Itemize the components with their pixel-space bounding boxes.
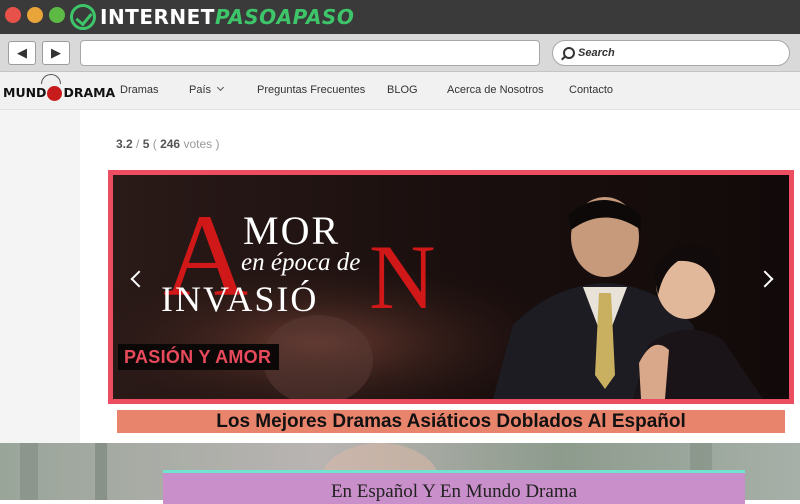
- title-letter-n: N: [369, 226, 436, 328]
- title-mor: MOR: [243, 208, 341, 253]
- nav-blog[interactable]: BLOG: [387, 84, 418, 96]
- brand-check-icon: [70, 4, 96, 30]
- back-arrow-icon: ◀: [17, 45, 27, 60]
- zoom-window-button[interactable]: [49, 7, 65, 23]
- title-epoca: en época de: [241, 249, 361, 276]
- nav-preguntas-frecuentes[interactable]: Preguntas Frecuentes: [257, 84, 365, 96]
- nav-acerca[interactable]: Acerca de Nosotros: [447, 84, 544, 96]
- site-navbar: MUND DRAMA Dramas País Preguntas Frecuent…: [0, 72, 800, 110]
- browser-search-field[interactable]: Search: [552, 40, 790, 66]
- browser-toolbar: ◀ ▶ Search: [0, 34, 800, 72]
- brand-text: INTERNETPASOAPASO: [100, 5, 355, 29]
- minimize-window-button[interactable]: [27, 7, 43, 23]
- left-gutter: [0, 110, 80, 443]
- rating-summary: 3.2 / 5 ( 246 votes ): [116, 137, 220, 151]
- title-invasio: INVASIÓ: [161, 279, 319, 319]
- section-headline: Los Mejores Dramas Asiáticos Doblados Al…: [117, 410, 785, 433]
- search-icon: [563, 47, 575, 59]
- site-logo[interactable]: MUND DRAMA: [3, 74, 115, 106]
- fan-icon: [41, 74, 61, 84]
- nav-pais[interactable]: País: [189, 83, 225, 96]
- address-bar[interactable]: [80, 40, 540, 66]
- subheading-box: En Español Y En Mundo Drama: [163, 470, 745, 504]
- close-window-button[interactable]: [5, 7, 21, 23]
- watermark-brand: INTERNETPASOAPASO: [70, 3, 354, 31]
- window-titlebar: INTERNETPASOAPASO: [0, 0, 800, 34]
- back-button[interactable]: ◀: [8, 41, 36, 65]
- forward-button[interactable]: ▶: [42, 41, 70, 65]
- chevron-down-icon: [216, 83, 225, 92]
- hero-slider[interactable]: A MOR en época de INVASIÓ N PASIÓN Y AMO…: [108, 170, 794, 404]
- search-placeholder: Search: [578, 47, 615, 59]
- nav-contacto[interactable]: Contacto: [569, 84, 613, 96]
- nav-dramas[interactable]: Dramas: [120, 84, 159, 96]
- forward-arrow-icon: ▶: [51, 45, 61, 60]
- banner-tagline: PASIÓN Y AMOR: [118, 344, 280, 370]
- red-ball-icon: [47, 85, 63, 101]
